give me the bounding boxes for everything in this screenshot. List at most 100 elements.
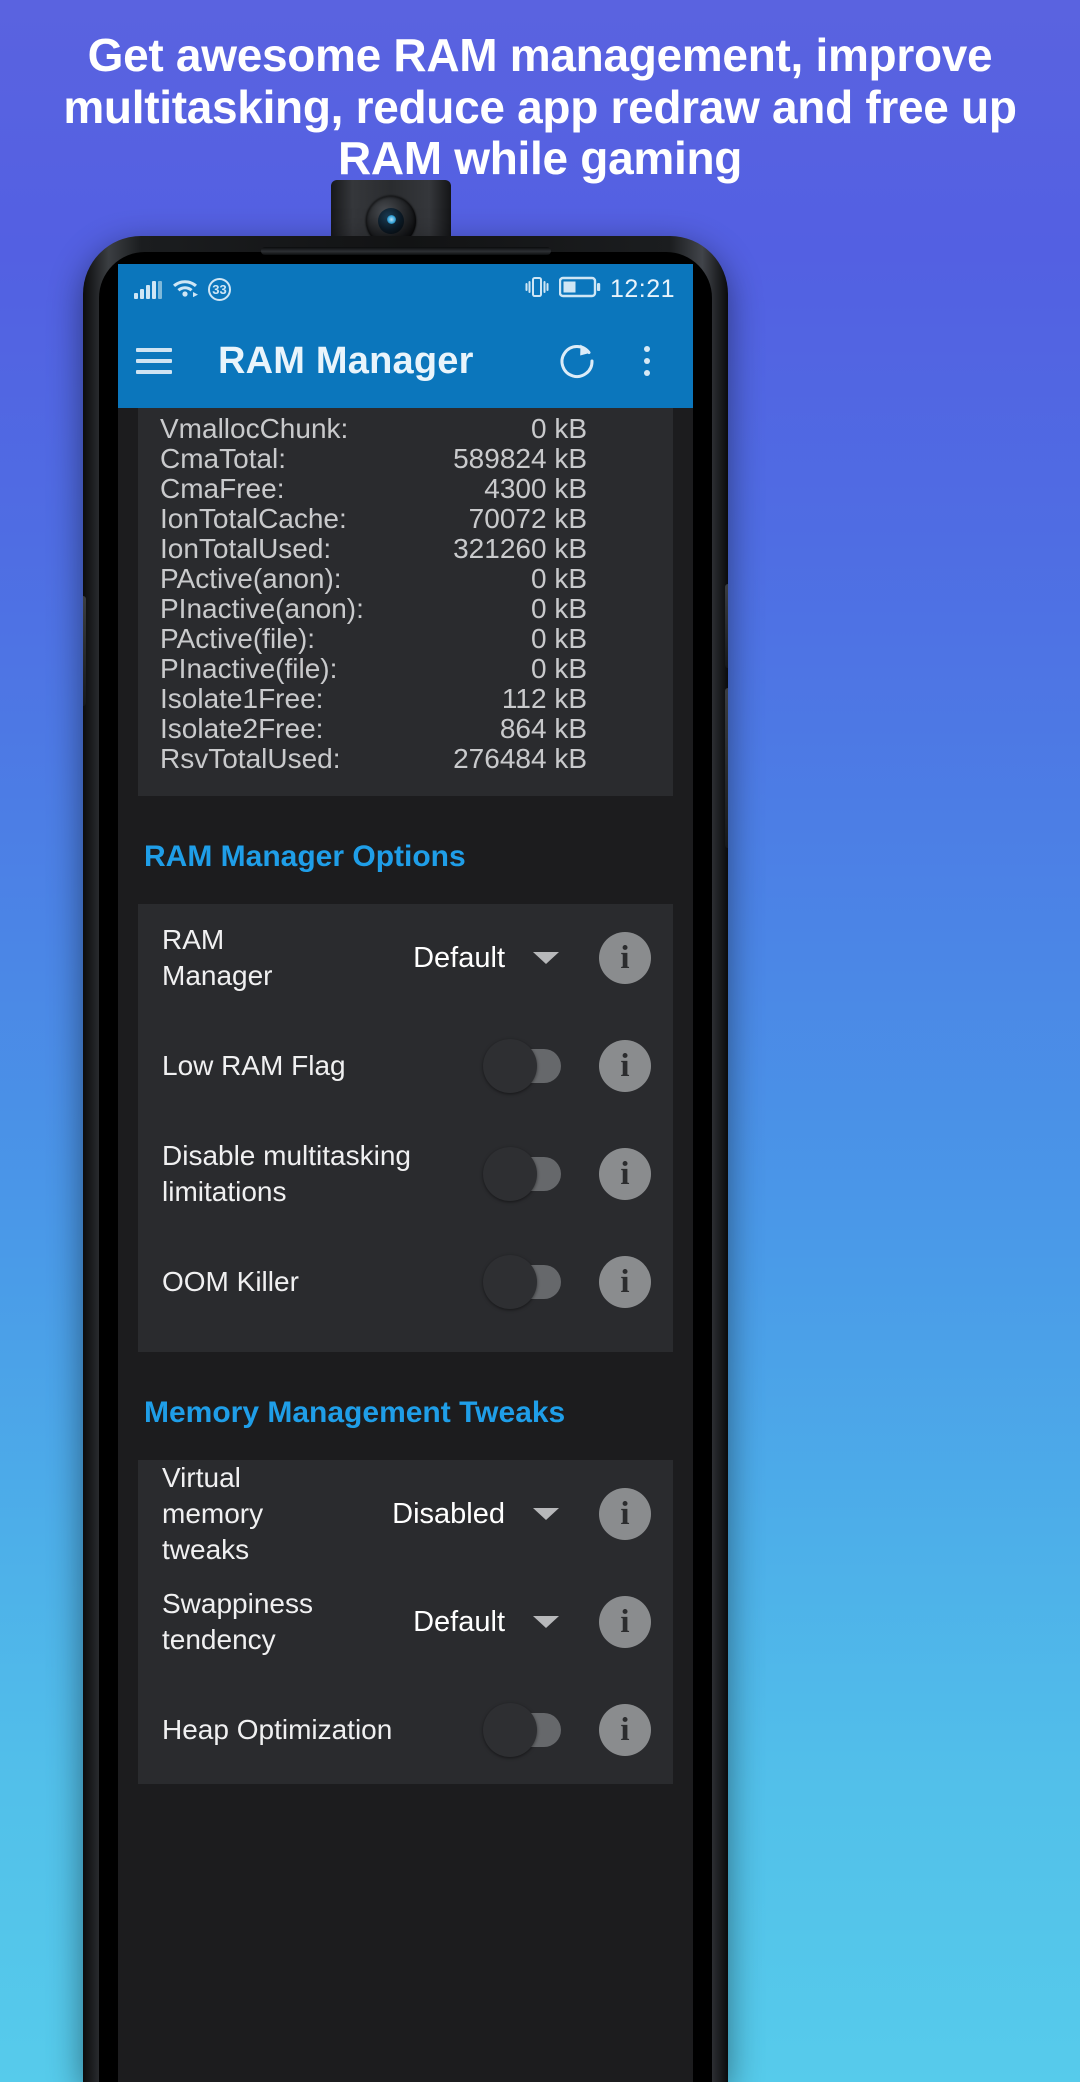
app-bar-title: RAM Manager xyxy=(218,339,474,382)
option-row-virtual-memory-tweaks[interactable]: Virtual memory tweaks Disabled i xyxy=(138,1460,673,1568)
toggle-thumb xyxy=(483,1255,537,1309)
meminfo-row: PActive(anon): 0 kB xyxy=(138,564,673,594)
toggle-thumb xyxy=(483,1703,537,1757)
toggle-thumb xyxy=(483,1147,537,1201)
status-bar-right: 12:21 xyxy=(524,275,675,304)
phone-screen: 33 12:21 RAM Manager VmallocChunk: 0 kB … xyxy=(118,264,693,2082)
chevron-down-icon[interactable] xyxy=(533,1508,559,1520)
meminfo-key: PActive(file): xyxy=(160,623,316,654)
refresh-icon[interactable] xyxy=(551,335,603,387)
app-bar: RAM Manager xyxy=(118,314,693,408)
info-icon[interactable]: i xyxy=(599,1488,651,1540)
toggle-switch-disable-multitasking-limitations[interactable] xyxy=(483,1147,561,1201)
meminfo-value: 0 kB xyxy=(530,593,587,624)
wifi-icon xyxy=(171,276,199,302)
vibrate-icon xyxy=(524,275,550,304)
option-row-ram-manager[interactable]: RAM Manager Default i xyxy=(138,904,673,1012)
meminfo-row: Isolate1Free: 112 kB xyxy=(138,684,673,714)
option-label: Virtual memory tweaks xyxy=(162,1462,264,1565)
section-title-memory-management-tweaks: Memory Management Tweaks xyxy=(144,1396,566,1429)
meminfo-row: IonTotalUsed: 321260 kB xyxy=(138,534,673,564)
info-icon[interactable]: i xyxy=(599,1704,651,1756)
meminfo-key: VmallocChunk: xyxy=(160,413,349,444)
meminfo-row: Isolate2Free: 864 kB xyxy=(138,714,673,744)
section-title-ram-manager-options: RAM Manager Options xyxy=(144,840,466,873)
status-bar-left: 33 xyxy=(134,276,231,302)
camera-lens-glint xyxy=(387,215,397,225)
option-value[interactable]: Disabled xyxy=(341,1498,509,1531)
option-row-low-ram-flag[interactable]: Low RAM Flag i xyxy=(138,1012,673,1120)
meminfo-key: PInactive(file): xyxy=(160,653,338,684)
toggle-switch-heap-optimization[interactable] xyxy=(483,1703,561,1757)
nfc-badge-icon: 33 xyxy=(208,277,231,301)
option-label: Disable multitasking limitations xyxy=(162,1140,411,1207)
meminfo-row: VmallocChunk: 0 kB xyxy=(138,414,673,444)
meminfo-value: 70072 kB xyxy=(468,503,587,534)
option-label: RAM Manager xyxy=(162,924,273,991)
chevron-down-icon[interactable] xyxy=(533,1616,559,1628)
status-bar: 33 12:21 xyxy=(118,264,693,314)
info-icon[interactable]: i xyxy=(599,1148,651,1200)
option-label: Low RAM Flag xyxy=(162,1050,346,1082)
card-bottom-spacer xyxy=(138,1336,673,1352)
option-row-heap-optimization[interactable]: Heap Optimization i xyxy=(138,1676,673,1784)
cellular-signal-icon xyxy=(134,280,162,299)
info-icon[interactable]: i xyxy=(599,932,651,984)
option-value[interactable]: Default xyxy=(341,942,509,975)
meminfo-value: 112 kB xyxy=(501,683,587,714)
ram-manager-options-card: RAM Manager Default i Low RAM Flag i Dis… xyxy=(138,904,673,1352)
meminfo-key: PInactive(anon): xyxy=(160,593,364,624)
meminfo-key: CmaFree: xyxy=(160,473,285,504)
meminfo-key: PActive(anon): xyxy=(160,563,342,594)
option-label: Swappiness tendency xyxy=(162,1588,313,1655)
info-icon[interactable]: i xyxy=(599,1596,651,1648)
option-row-oom-killer[interactable]: OOM Killer i xyxy=(138,1228,673,1336)
settings-scroll-area[interactable]: VmallocChunk: 0 kB CmaTotal: 589824 kB C… xyxy=(118,408,693,2082)
meminfo-key: Isolate2Free: xyxy=(160,713,324,744)
meminfo-key: RsvTotalUsed: xyxy=(160,743,341,774)
toggle-switch-low-ram-flag[interactable] xyxy=(483,1039,561,1093)
meminfo-value: 321260 kB xyxy=(453,533,587,564)
power-button[interactable] xyxy=(725,688,728,848)
meminfo-key: IonTotalCache: xyxy=(160,503,347,534)
meminfo-key: IonTotalUsed: xyxy=(160,533,332,564)
volume-button[interactable] xyxy=(725,584,728,668)
info-icon[interactable]: i xyxy=(599,1256,651,1308)
meminfo-key: Isolate1Free: xyxy=(160,683,324,714)
meminfo-value: 0 kB xyxy=(530,563,587,594)
chevron-down-icon[interactable] xyxy=(533,952,559,964)
meminfo-value: 276484 kB xyxy=(453,743,587,774)
option-value[interactable]: Default xyxy=(341,1606,509,1639)
earpiece-speaker xyxy=(260,247,551,255)
info-icon[interactable]: i xyxy=(599,1040,651,1092)
option-row-disable-multitasking-limitations[interactable]: Disable multitasking limitations i xyxy=(138,1120,673,1228)
meminfo-value: 0 kB xyxy=(530,623,587,654)
side-button-left[interactable] xyxy=(83,596,86,706)
battery-icon xyxy=(558,276,601,303)
toggle-thumb xyxy=(483,1039,537,1093)
option-row-swappiness-tendency[interactable]: Swappiness tendency Default i xyxy=(138,1568,673,1676)
camera-lens-inner xyxy=(378,207,404,234)
meminfo-card: VmallocChunk: 0 kB CmaTotal: 589824 kB C… xyxy=(138,408,673,796)
memory-management-tweaks-card: Virtual memory tweaks Disabled i Swappin… xyxy=(138,1460,673,1784)
meminfo-key: CmaTotal: xyxy=(160,443,287,474)
page-title: Get awesome RAM management, improve mult… xyxy=(63,29,1017,185)
toggle-switch-oom-killer[interactable] xyxy=(483,1255,561,1309)
meminfo-row: PActive(file): 0 kB xyxy=(138,624,673,654)
meminfo-value: 0 kB xyxy=(530,653,587,684)
more-vertical-icon[interactable] xyxy=(621,335,673,387)
meminfo-row: CmaTotal: 589824 kB xyxy=(138,444,673,474)
meminfo-row: CmaFree: 4300 kB xyxy=(138,474,673,504)
option-label: OOM Killer xyxy=(162,1266,299,1298)
meminfo-row: RsvTotalUsed: 276484 kB xyxy=(138,744,673,774)
hamburger-menu-icon[interactable] xyxy=(136,348,172,374)
status-bar-clock: 12:21 xyxy=(609,274,675,303)
meminfo-row: PInactive(anon): 0 kB xyxy=(138,594,673,624)
meminfo-value: 0 kB xyxy=(530,413,587,444)
meminfo-row: PInactive(file): 0 kB xyxy=(138,654,673,684)
meminfo-value: 864 kB xyxy=(499,713,587,744)
option-label: Heap Optimization xyxy=(162,1714,393,1746)
phone-mockup: 33 12:21 RAM Manager VmallocChunk: 0 kB … xyxy=(83,236,728,2082)
meminfo-value: 4300 kB xyxy=(484,473,587,504)
meminfo-row: IonTotalCache: 70072 kB xyxy=(138,504,673,534)
